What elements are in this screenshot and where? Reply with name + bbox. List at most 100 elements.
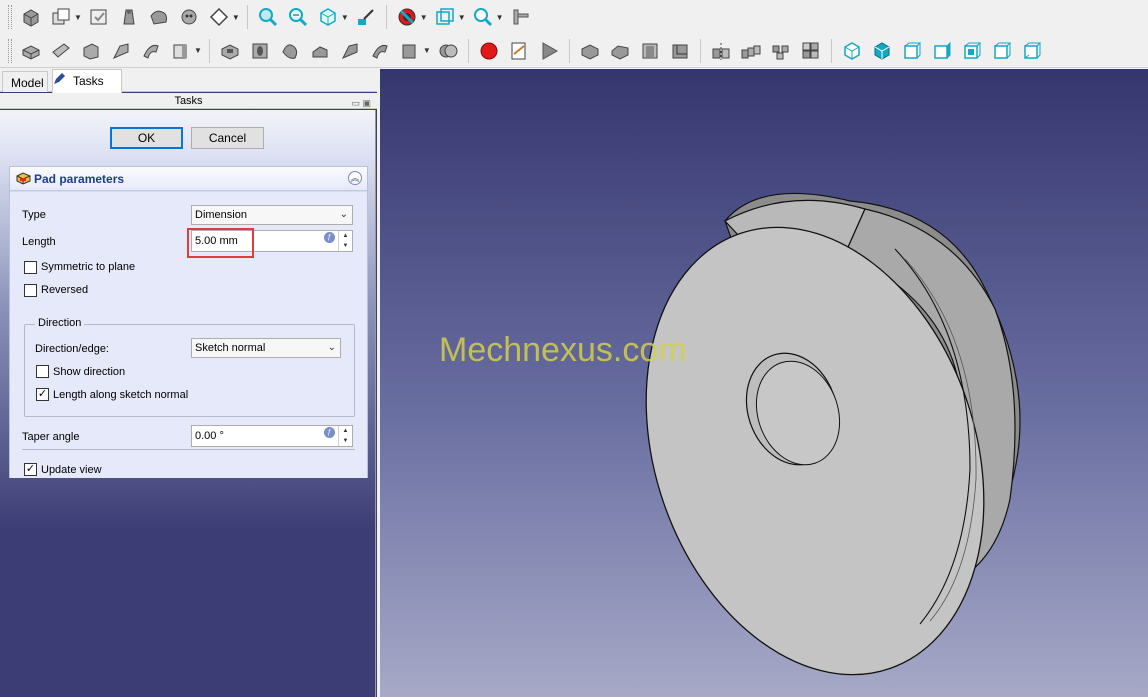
symmetric-checkbox[interactable]	[24, 261, 37, 274]
chevron-down-icon[interactable]: ▼	[420, 13, 428, 22]
chevron-down-icon[interactable]: ▼	[423, 46, 431, 55]
boolean-icon[interactable]	[397, 38, 423, 64]
type-combo[interactable]: Dimension ⌄	[191, 205, 353, 225]
chevron-down-icon[interactable]: ▼	[74, 13, 82, 22]
symmetric-label: Symmetric to plane	[41, 261, 136, 273]
update-view-checkbox[interactable]: ✓	[24, 463, 37, 476]
view-left-icon[interactable]	[1019, 38, 1045, 64]
subtractive-helix-icon[interactable]	[367, 38, 393, 64]
view-right-icon[interactable]	[929, 38, 955, 64]
direction-edge-value: Sketch normal	[195, 342, 266, 354]
sketch-shape-icon[interactable]	[116, 4, 142, 30]
chevron-down-icon[interactable]: ▼	[496, 13, 504, 22]
toolbar-separator	[385, 5, 387, 29]
std-view-menu-icon[interactable]	[353, 4, 379, 30]
tab-model[interactable]: Model	[2, 71, 48, 92]
pocket2-icon[interactable]	[217, 38, 243, 64]
divider	[22, 449, 355, 450]
direction-edge-label: Direction/edge:	[35, 343, 109, 355]
chevron-down-icon[interactable]: ▼	[458, 13, 466, 22]
dock-buttons[interactable]: ▭ ▣	[351, 95, 371, 111]
show-direction-checkbox[interactable]	[36, 365, 49, 378]
combo-view-panel: Model Tasks Tasks ▭ ▣ OK Cancel Pad para…	[0, 69, 377, 697]
pad-parameters-title: Pad parameters	[34, 172, 125, 186]
macro-record-icon[interactable]	[476, 38, 502, 64]
fit-selection-icon[interactable]	[285, 4, 311, 30]
linear-pattern-icon[interactable]	[738, 38, 764, 64]
chevron-down-icon[interactable]: ▼	[194, 46, 202, 55]
taper-spinbox[interactable]: 0.00 ° ƒ ▲ ▼	[191, 425, 353, 447]
tasks-header-label: Tasks	[174, 95, 203, 107]
pulley-model[interactable]	[380, 69, 1148, 697]
chevron-down-icon: ⌄	[327, 342, 336, 353]
collapse-icon[interactable]: ︽	[348, 171, 362, 185]
chevron-down-icon[interactable]: ▼	[232, 13, 240, 22]
view-sketch-icon[interactable]	[48, 4, 74, 30]
direction-group-title: Direction	[35, 317, 85, 329]
combo-view-tabbar: Model Tasks	[0, 69, 377, 93]
groove-icon[interactable]	[277, 38, 303, 64]
view-iso-icon[interactable]	[839, 38, 865, 64]
chevron-down-icon[interactable]: ▼	[341, 13, 349, 22]
pad-feature-icon	[16, 172, 31, 185]
macro-edit-icon[interactable]	[506, 38, 532, 64]
toolbar-separator	[208, 38, 210, 63]
sketch-plane-icon[interactable]	[206, 4, 232, 30]
pad-parameters-header[interactable]: Pad parameters ︽	[10, 167, 367, 191]
draw-style-icon[interactable]	[315, 4, 341, 30]
boolean-icon[interactable]	[435, 38, 461, 64]
direction-edge-combo[interactable]: Sketch normal ⌄	[191, 338, 341, 358]
view-front-icon[interactable]	[869, 38, 895, 64]
tab-model-label: Model	[11, 76, 44, 90]
tab-tasks[interactable]: Tasks	[52, 69, 122, 93]
macro-run-icon[interactable]	[536, 38, 562, 64]
cancel-button[interactable]: Cancel	[191, 127, 264, 149]
view-top-icon[interactable]	[899, 38, 925, 64]
pencil-icon	[54, 73, 65, 84]
expression-icon[interactable]: ƒ	[324, 427, 335, 438]
spin-arrows[interactable]: ▲ ▼	[338, 231, 352, 251]
toolbar-grip[interactable]	[8, 5, 12, 29]
fit-all-icon[interactable]	[255, 4, 281, 30]
pad-icon[interactable]	[18, 38, 44, 64]
loft-icon[interactable]	[108, 38, 134, 64]
sweep-icon[interactable]	[138, 38, 164, 64]
view-rear-icon[interactable]	[959, 38, 985, 64]
toolbar-separator	[830, 38, 832, 63]
ok-button[interactable]: OK	[110, 127, 183, 149]
bounding-box-icon[interactable]	[432, 4, 458, 30]
toolbar-grip[interactable]	[8, 38, 12, 63]
caliper-icon[interactable]	[508, 4, 534, 30]
mirror-icon[interactable]	[708, 38, 734, 64]
clone-icon[interactable]	[146, 4, 172, 30]
spin-arrows[interactable]: ▲ ▼	[338, 426, 352, 446]
along-normal-checkbox[interactable]: ✓	[36, 388, 49, 401]
revolution-icon[interactable]	[78, 38, 104, 64]
thickness-icon[interactable]	[667, 38, 693, 64]
toolbar-row-2: ▼ ▼	[0, 34, 1148, 68]
task-area: OK Cancel Pad parameters ︽ Type Dimensio…	[0, 110, 376, 697]
hole-icon[interactable]	[247, 38, 273, 64]
measure-icon[interactable]	[394, 4, 420, 30]
draft-icon[interactable]	[637, 38, 663, 64]
length-highlight-annotation	[187, 228, 254, 258]
sub-shape-icon[interactable]	[176, 4, 202, 30]
part-icon[interactable]	[18, 4, 44, 30]
subtractive-loft-icon[interactable]	[307, 38, 333, 64]
polar-pattern-icon[interactable]	[768, 38, 794, 64]
subtractive-pipe-icon[interactable]	[337, 38, 363, 64]
multitransform-icon[interactable]	[798, 38, 824, 64]
3d-viewport[interactable]: Mechnexus.com	[380, 69, 1148, 697]
chamfer-icon[interactable]	[607, 38, 633, 64]
expression-icon[interactable]: ƒ	[324, 232, 335, 243]
view-bottom-icon[interactable]	[989, 38, 1015, 64]
validate-sketch-icon[interactable]	[86, 4, 112, 30]
taper-label: Taper angle	[22, 431, 80, 443]
zoom-icon[interactable]	[470, 4, 496, 30]
reversed-checkbox[interactable]	[24, 284, 37, 297]
pocket-icon[interactable]	[48, 38, 74, 64]
toolbar-separator	[246, 5, 248, 29]
fillet-icon[interactable]	[577, 38, 603, 64]
body-icon[interactable]	[168, 38, 194, 64]
watermark-text: Mechnexus.com	[439, 331, 687, 369]
